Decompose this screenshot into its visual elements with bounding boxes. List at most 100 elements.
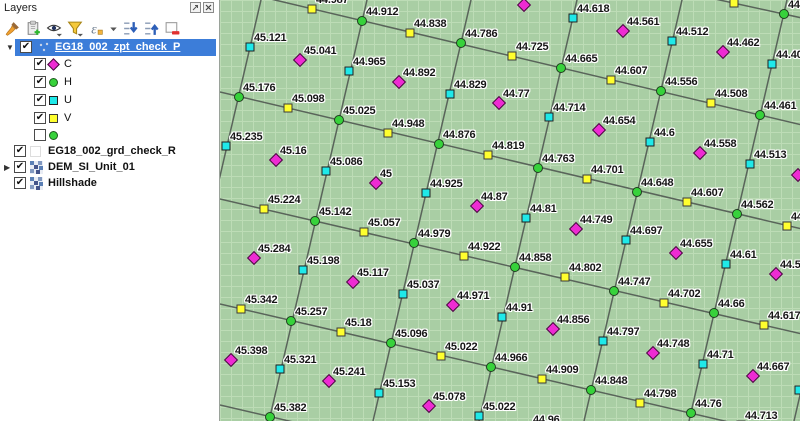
elevation-label: 44.966 xyxy=(495,352,527,364)
collapse-all-button[interactable] xyxy=(142,19,161,38)
magenta-diamond-icon xyxy=(47,58,60,71)
elevation-label: 44.747 xyxy=(618,276,650,288)
elevation-label: 44.607 xyxy=(615,65,647,77)
elevation-label: 45.16 xyxy=(280,145,307,157)
elevation-label: 45.078 xyxy=(433,391,465,403)
elevation-label: 44.876 xyxy=(443,129,475,141)
arrow-collapse-icon xyxy=(143,20,160,37)
expand-expander-icon[interactable]: ▶ xyxy=(4,164,10,172)
elevation-label: 44.6 xyxy=(654,127,675,139)
elevation-label: 44.892 xyxy=(403,67,435,79)
folder-plus-icon xyxy=(25,20,42,37)
elevation-label: 44.858 xyxy=(519,252,551,264)
elevation-label: 44.81 xyxy=(530,203,557,215)
legend-label-U: U xyxy=(64,94,72,106)
layer-label-grd-check[interactable]: EG18_002_grd_check_R xyxy=(48,145,176,157)
elevation-label: 45.142 xyxy=(319,206,351,218)
elevation-label: 44.819 xyxy=(492,140,524,152)
elevation-label: 44.786 xyxy=(465,28,497,40)
elevation-label: 45.096 xyxy=(395,328,427,340)
yellow-square-icon xyxy=(49,114,58,123)
legend-checkbox-unlabeled[interactable] xyxy=(34,129,46,141)
layer-label-dem[interactable]: DEM_SI_Unit_01 xyxy=(48,161,135,173)
paintbrush-icon xyxy=(4,20,21,37)
expand-all-button[interactable] xyxy=(121,19,140,38)
legend-checkbox-C[interactable] xyxy=(34,58,46,70)
filter-by-expression-button[interactable]: ε xyxy=(87,19,106,38)
eye-icon xyxy=(46,20,63,37)
elevation-label: 44.713 xyxy=(745,410,777,421)
elevation-label: 44.912 xyxy=(366,6,398,18)
legend-checkbox-V[interactable] xyxy=(34,112,46,124)
expression-dropdown-button[interactable] xyxy=(108,19,119,38)
elevation-label: 44.409 xyxy=(776,49,800,61)
elevation-label: 44.714 xyxy=(553,102,585,114)
manage-map-themes-button[interactable] xyxy=(45,19,64,38)
elevation-label: 44.802 xyxy=(569,262,601,274)
legend-checkbox-H[interactable] xyxy=(34,76,46,88)
layer-checkbox-hillshade[interactable] xyxy=(14,177,26,189)
elevation-label: 44.4 xyxy=(788,0,800,11)
elevation-label: 44.462 xyxy=(727,37,759,49)
elevation-label: 44.91 xyxy=(506,302,533,314)
raster-checker-icon xyxy=(30,161,43,174)
add-group-button[interactable] xyxy=(24,19,43,38)
elevation-label: 44.618 xyxy=(577,3,609,15)
elevation-label: 44.925 xyxy=(430,178,462,190)
layer-label-hillshade[interactable]: Hillshade xyxy=(48,177,97,189)
elevation-label: 45 xyxy=(380,168,392,180)
elevation-label: 44.838 xyxy=(414,18,446,30)
elevation-label: 44.513 xyxy=(754,149,786,161)
elevation-label: 45.022 xyxy=(483,401,515,413)
elevation-label: 45.198 xyxy=(307,255,339,267)
layer-checkbox-zpt[interactable] xyxy=(20,41,32,53)
elevation-label: 44.617 xyxy=(768,310,800,322)
elevation-label: 45.241 xyxy=(333,366,365,378)
elevation-label: 44.556 xyxy=(665,76,697,88)
map-canvas[interactable]: 44.444.98744.91244.83844.78644.72544.665… xyxy=(219,0,800,421)
point-cluster-icon xyxy=(38,41,51,54)
elevation-label: 44.848 xyxy=(595,375,627,387)
elevation-label: 45.025 xyxy=(343,105,375,117)
elevation-label: 44.5 xyxy=(791,211,800,223)
layer-checkbox-dem[interactable] xyxy=(14,161,26,173)
elevation-label: 44.979 xyxy=(418,228,450,240)
elevation-label: 44.922 xyxy=(468,241,500,253)
elevation-label: 45.117 xyxy=(357,267,389,279)
legend-checkbox-U[interactable] xyxy=(34,94,46,106)
elevation-label: 45.022 xyxy=(445,341,477,353)
elevation-label: 44.607 xyxy=(691,187,723,199)
elevation-label: 45.098 xyxy=(292,93,324,105)
collapse-expander-icon[interactable]: ▼ xyxy=(6,44,14,52)
close-panel-button[interactable] xyxy=(203,2,214,13)
float-panel-button[interactable] xyxy=(190,2,201,13)
map-marker-U xyxy=(795,386,800,395)
elevation-label: 45.284 xyxy=(258,243,290,255)
elevation-label: 44.701 xyxy=(591,164,623,176)
open-styling-panel-button[interactable] xyxy=(3,19,22,38)
elevation-label: 44.987 xyxy=(316,0,348,6)
elevation-label: 45.121 xyxy=(254,32,286,44)
elevation-label: 45.235 xyxy=(230,131,262,143)
elevation-label: 45.041 xyxy=(304,45,336,57)
elevation-label: 44.61 xyxy=(730,249,757,261)
elevation-label: 44.655 xyxy=(680,238,712,250)
elevation-label: 45.224 xyxy=(268,194,300,206)
elevation-label: 45.398 xyxy=(235,345,267,357)
elevation-label: 44.909 xyxy=(546,364,578,376)
panel-title: Layers xyxy=(4,2,37,14)
remove-layer-button[interactable] xyxy=(163,19,182,38)
layer-checkbox-grd[interactable] xyxy=(14,145,26,157)
float-panel-icon xyxy=(190,2,201,13)
layer-label-zpt-check[interactable]: EG18_002_zpt_check_P xyxy=(55,41,180,53)
elevation-label: 44.763 xyxy=(542,153,574,165)
filter-legend-button[interactable] xyxy=(66,19,85,38)
elevation-label: 44.856 xyxy=(557,314,589,326)
elevation-label: 44.77 xyxy=(503,88,530,100)
svg-text:ε: ε xyxy=(91,21,97,36)
elevation-label: 44.96 xyxy=(533,414,560,421)
green-circle-icon xyxy=(49,78,58,87)
elevation-label: 45.057 xyxy=(368,217,400,229)
elevation-label: 44.512 xyxy=(676,26,708,38)
white-swatch-icon xyxy=(30,146,41,157)
